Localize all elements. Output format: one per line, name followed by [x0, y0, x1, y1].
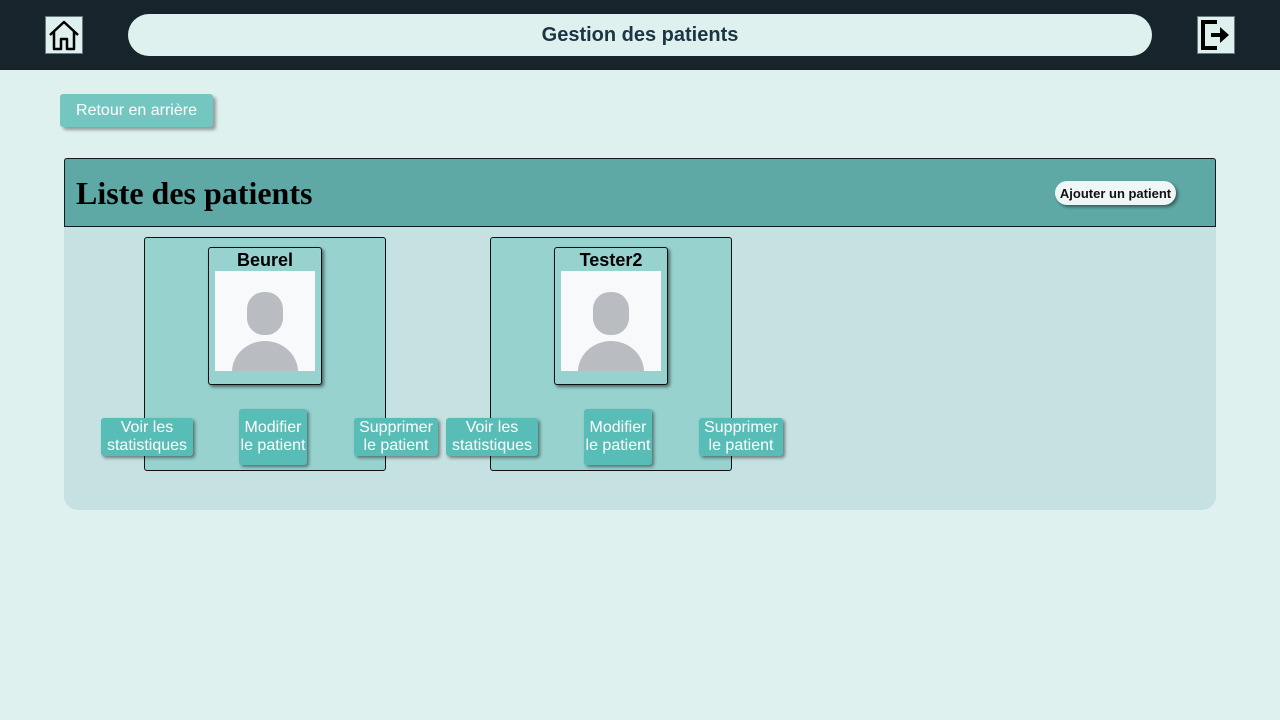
user-placeholder-icon	[215, 271, 315, 371]
panel-title: Liste des patients	[76, 175, 313, 211]
view-stats-button[interactable]: Voir les statistiques	[101, 418, 193, 456]
page-title: Gestion des patients	[128, 14, 1152, 56]
patient-photo-frame: Tester2	[554, 247, 668, 385]
add-patient-button[interactable]: Ajouter un patient	[1055, 181, 1176, 205]
user-placeholder-icon	[561, 271, 661, 371]
edit-patient-button[interactable]: Modifier le patient	[584, 409, 652, 465]
patient-name: Beurel	[236, 250, 294, 270]
patient-name: Tester2	[579, 250, 643, 270]
home-icon	[49, 20, 79, 51]
view-stats-button[interactable]: Voir les statistiques	[446, 418, 538, 456]
patient-photo-frame: Beurel	[208, 247, 322, 385]
edit-patient-button[interactable]: Modifier le patient	[239, 409, 307, 465]
home-button[interactable]	[45, 16, 83, 54]
back-button[interactable]: Retour en arrière	[60, 94, 213, 127]
delete-patient-button[interactable]: Supprimer le patient	[354, 418, 438, 456]
logout-button[interactable]	[1197, 16, 1235, 54]
logout-icon	[1201, 20, 1229, 50]
top-bar: Gestion des patients	[0, 0, 1280, 70]
panel-header: Liste des patients Ajouter un patient	[64, 158, 1216, 227]
delete-patient-button[interactable]: Supprimer le patient	[699, 418, 783, 456]
